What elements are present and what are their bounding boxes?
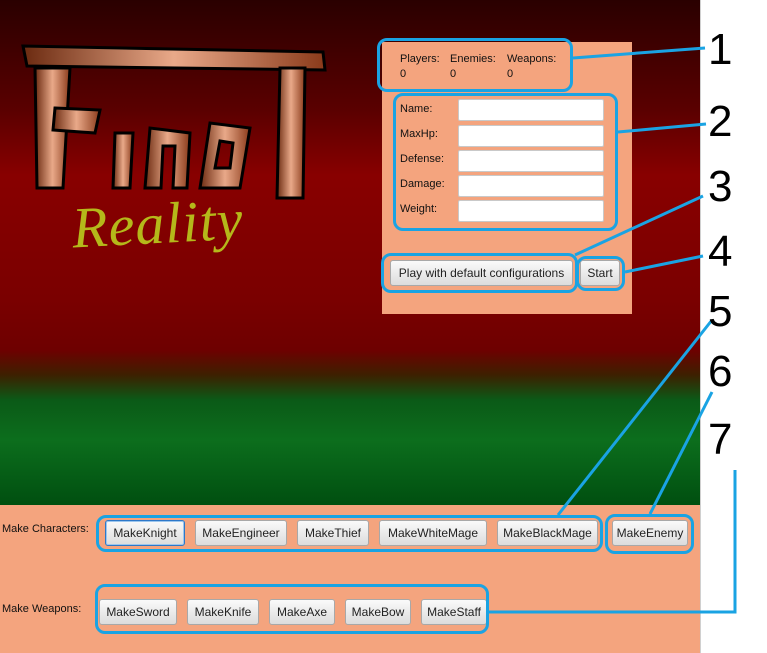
- annotation-number: 5: [708, 287, 733, 336]
- annotation-number: 4: [708, 227, 733, 276]
- annotation-number: 2: [708, 97, 733, 146]
- annotation-leader-lines: [489, 46, 737, 614]
- annotation-number: 3: [708, 162, 733, 211]
- annotation-number: 1: [708, 25, 733, 74]
- annotation-number: 7: [708, 415, 733, 464]
- annotation-number: 6: [708, 347, 733, 396]
